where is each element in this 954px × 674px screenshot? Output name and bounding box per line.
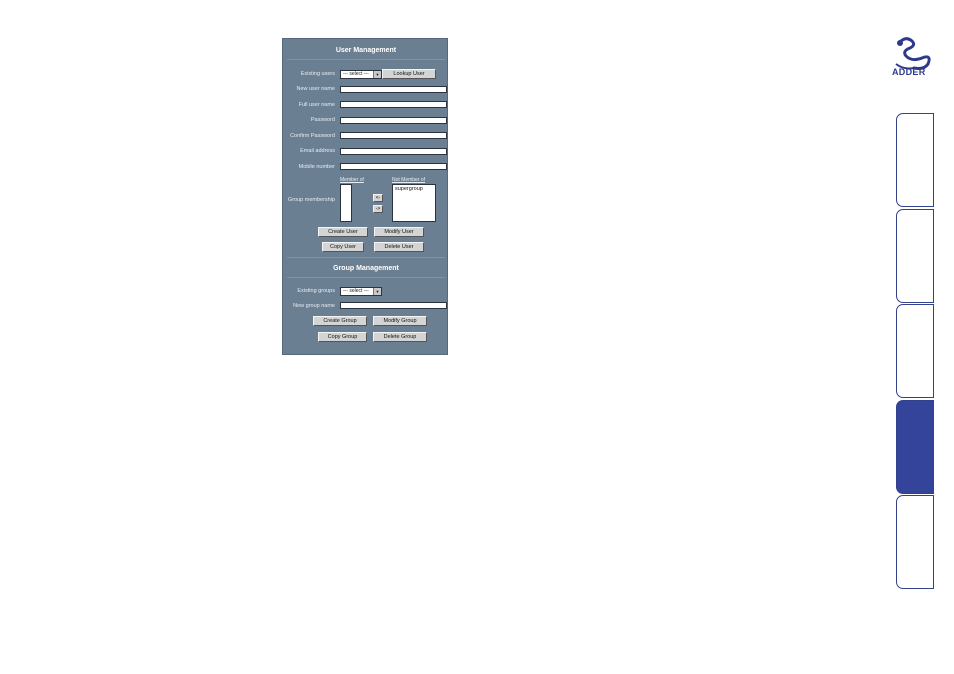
modify-user-button[interactable]: Modify User	[374, 227, 424, 237]
divider	[287, 257, 445, 258]
modify-group-button[interactable]: Modify Group	[373, 316, 427, 326]
move-left-button[interactable]: <-	[373, 194, 383, 202]
side-tab-4-active[interactable]	[896, 400, 934, 494]
new-user-name-field[interactable]	[340, 86, 447, 93]
delete-group-button[interactable]: Delete Group	[373, 332, 427, 342]
chevron-down-icon: ▼	[373, 71, 381, 78]
existing-groups-select[interactable]: --- select --- ▼	[340, 287, 382, 296]
create-group-button[interactable]: Create Group	[313, 316, 367, 326]
side-tab-5[interactable]	[896, 495, 934, 589]
not-member-of-list[interactable]: supergroup	[392, 184, 436, 222]
confirm-password-field[interactable]	[340, 132, 447, 139]
member-of-label: Member of	[340, 177, 364, 183]
password-label: Password	[310, 117, 335, 123]
lookup-user-button[interactable]: Lookup User	[382, 69, 436, 79]
password-field[interactable]	[340, 117, 447, 124]
chevron-down-icon: ▼	[373, 288, 381, 295]
mobile-number-label: Mobile number	[298, 164, 335, 170]
existing-users-select[interactable]: --- select --- ▼	[340, 70, 382, 79]
full-user-name-label: Full user name	[298, 102, 335, 108]
existing-groups-value: --- select ---	[343, 288, 369, 294]
member-of-list[interactable]	[340, 184, 352, 222]
email-address-field[interactable]	[340, 148, 447, 155]
side-tab-2[interactable]	[896, 209, 934, 303]
divider	[287, 59, 445, 60]
list-item[interactable]: supergroup	[393, 185, 435, 193]
full-user-name-field[interactable]	[340, 101, 447, 108]
side-tab-3[interactable]	[896, 304, 934, 398]
create-user-button[interactable]: Create User	[318, 227, 368, 237]
mobile-number-field[interactable]	[340, 163, 447, 170]
copy-group-button[interactable]: Copy Group	[318, 332, 367, 342]
not-member-of-label: Not Member of	[392, 177, 426, 183]
new-user-name-label: New user name	[296, 86, 335, 92]
existing-users-label: Existing users	[300, 71, 335, 77]
move-right-button[interactable]: ->	[373, 205, 383, 213]
confirm-password-label: Confirm Password	[290, 133, 335, 139]
new-group-name-label: New group name	[293, 303, 335, 309]
group-membership-label: Group membership	[287, 197, 335, 203]
screenshot-panel: User Management Existing users --- selec…	[282, 38, 448, 355]
existing-groups-label: Existing groups	[297, 288, 335, 294]
divider	[287, 277, 445, 278]
new-group-name-field[interactable]	[340, 302, 447, 309]
adder-logo-text: ADDER	[892, 67, 926, 77]
delete-user-button[interactable]: Delete User	[374, 242, 424, 252]
user-management-title: User Management	[335, 47, 397, 54]
email-address-label: Email address	[300, 148, 335, 154]
side-tab-1[interactable]	[896, 113, 934, 207]
existing-users-value: --- select ---	[343, 71, 369, 77]
copy-user-button[interactable]: Copy User	[322, 242, 364, 252]
group-management-title: Group Management	[333, 265, 399, 272]
